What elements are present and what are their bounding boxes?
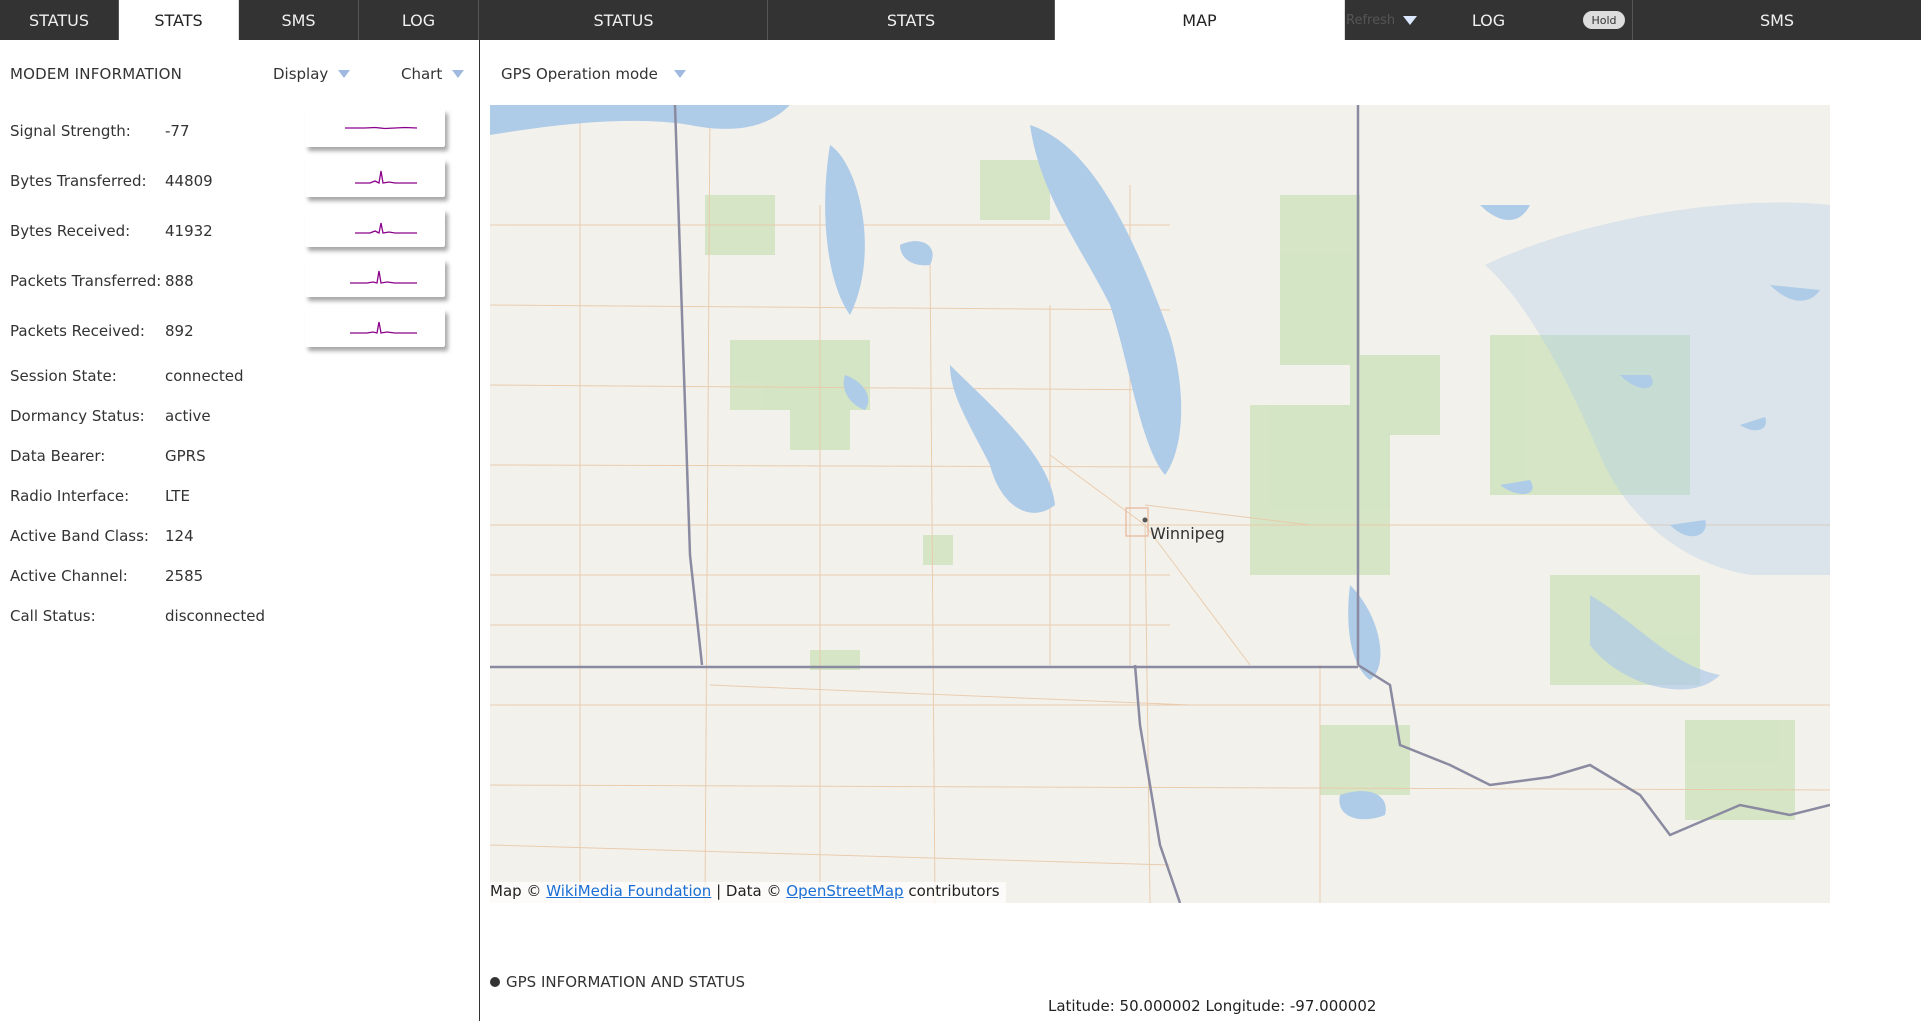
gps-coordinates: Latitude: 50.000002 Longitude: -97.00000… <box>1048 997 1376 1015</box>
stat-label: Bytes Transferred: <box>10 172 147 190</box>
modem-header: MODEM INFORMATION Display Chart <box>10 65 465 95</box>
detail-label: Session State: <box>10 367 117 385</box>
sparkline-chart[interactable] <box>305 259 445 297</box>
detail-label: Active Band Class: <box>10 527 149 545</box>
detail-value: connected <box>165 367 244 385</box>
tab-stats-right[interactable]: STATS <box>768 0 1055 40</box>
sparkline-chart[interactable] <box>305 309 445 347</box>
stat-value: 41932 <box>165 222 213 240</box>
stat-row-bytes-received: Bytes Received: 41932 <box>10 209 470 247</box>
longitude-text: Longitude: -97.000002 <box>1205 997 1377 1015</box>
chart-dropdown[interactable]: Chart <box>401 65 465 83</box>
stat-label: Packets Transferred: <box>10 272 162 290</box>
gps-mode-dropdown[interactable]: GPS Operation mode <box>501 65 686 83</box>
sparkline-chart[interactable] <box>305 109 445 147</box>
modem-panel: MODEM INFORMATION Display Chart Signal S… <box>0 40 480 1021</box>
detail-value: disconnected <box>165 607 266 625</box>
detail-label: Radio Interface: <box>10 487 130 505</box>
gps-mode-label: GPS Operation mode <box>501 65 658 83</box>
map-image: Winnipeg <box>490 105 1830 903</box>
detail-value: 2585 <box>165 567 204 585</box>
detail-row-dormancy-status: Dormancy Status: active <box>10 407 470 431</box>
detail-row-active-band-class: Active Band Class: 124 <box>10 527 470 551</box>
caret-down-icon <box>1403 15 1418 25</box>
display-dropdown-label: Display <box>273 65 329 83</box>
modem-title: MODEM INFORMATION <box>10 65 183 83</box>
tab-status-right[interactable]: STATUS <box>480 0 768 40</box>
gps-info-heading: GPS INFORMATION AND STATUS <box>490 973 745 991</box>
refresh-dropdown[interactable]: Refresh <box>1346 0 1418 40</box>
sparkline-chart[interactable] <box>305 209 445 247</box>
stat-label: Bytes Received: <box>10 222 131 240</box>
caret-down-icon <box>452 70 465 78</box>
detail-row-active-channel: Active Channel: 2585 <box>10 567 470 591</box>
tab-map-right[interactable]: MAP <box>1055 0 1345 40</box>
tab-sms-left[interactable]: SMS <box>239 0 359 40</box>
stat-value: 888 <box>165 272 194 290</box>
stat-row-signal-strength: Signal Strength: -77 <box>10 109 470 147</box>
detail-label: Data Bearer: <box>10 447 106 465</box>
gps-panel: GPS Operation mode Winnipeg Map © WikiMe… <box>481 40 1921 1021</box>
stat-row-bytes-transferred: Bytes Transferred: 44809 <box>10 159 470 197</box>
sparkline-chart[interactable] <box>305 159 445 197</box>
chart-dropdown-label: Chart <box>401 65 443 83</box>
detail-row-call-status: Call Status: disconnected <box>10 607 470 631</box>
tab-stats-left[interactable]: STATS <box>119 0 239 40</box>
hold-toggle[interactable]: Hold <box>1583 11 1625 29</box>
detail-row-radio-interface: Radio Interface: LTE <box>10 487 470 511</box>
map-view[interactable]: Winnipeg Map © WikiMedia Foundation | Da… <box>490 105 1830 903</box>
caret-down-icon <box>673 70 686 78</box>
refresh-label: Refresh <box>1346 12 1396 28</box>
stat-value: -77 <box>165 122 190 140</box>
stat-row-packets-received: Packets Received: 892 <box>10 309 470 347</box>
detail-label: Active Channel: <box>10 567 128 585</box>
gps-info-title: GPS INFORMATION AND STATUS <box>506 973 745 991</box>
city-label-winnipeg: Winnipeg <box>1150 524 1225 543</box>
detail-value: GPRS <box>165 447 206 465</box>
detail-label: Dormancy Status: <box>10 407 145 425</box>
detail-value: LTE <box>165 487 190 505</box>
stat-value: 44809 <box>165 172 213 190</box>
attribution-prefix: Map © <box>490 882 542 900</box>
display-dropdown[interactable]: Display <box>273 65 351 83</box>
tab-status-left[interactable]: STATUS <box>0 0 119 40</box>
caret-down-icon <box>338 70 351 78</box>
wikimedia-link[interactable]: WikiMedia Foundation <box>546 882 711 900</box>
tab-log-left[interactable]: LOG <box>359 0 479 40</box>
stat-label: Packets Received: <box>10 322 145 340</box>
stat-value: 892 <box>165 322 194 340</box>
attribution-middle: | Data © <box>716 882 782 900</box>
detail-value: active <box>165 407 211 425</box>
map-attribution: Map © WikiMedia Foundation | Data © Open… <box>490 882 1006 903</box>
detail-row-session-state: Session State: connected <box>10 367 470 391</box>
attribution-suffix: contributors <box>908 882 1000 900</box>
detail-label: Call Status: <box>10 607 96 625</box>
stat-label: Signal Strength: <box>10 122 131 140</box>
detail-value: 124 <box>165 527 194 545</box>
bullet-icon <box>490 977 500 987</box>
tab-sms-right[interactable]: SMS <box>1633 0 1921 40</box>
latitude-text: Latitude: 50.000002 <box>1048 997 1201 1015</box>
detail-row-data-bearer: Data Bearer: GPRS <box>10 447 470 471</box>
top-tab-bar: STATUS STATS SMS LOG STATUS STATS MAP LO… <box>0 0 1921 40</box>
openstreetmap-link[interactable]: OpenStreetMap <box>786 882 903 900</box>
stat-row-packets-transferred: Packets Transferred: 888 <box>10 259 470 297</box>
